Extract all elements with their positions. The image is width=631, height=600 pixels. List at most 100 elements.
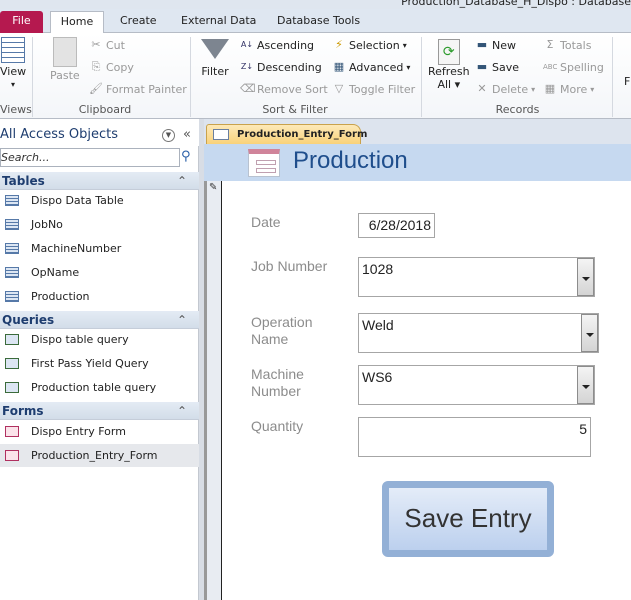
nav-item-query[interactable]: First Pass Yield Query <box>0 352 199 375</box>
spelling-button[interactable]: ABC Spelling <box>543 60 604 74</box>
advanced-label: Advanced <box>349 60 404 74</box>
nav-title: All Access Objects <box>0 127 118 142</box>
group-clipboard: Clipboard <box>78 103 132 116</box>
form-title: Production <box>293 147 408 174</box>
paste-label: Paste <box>50 69 80 82</box>
selection-button[interactable]: ⚡ Selection ▾ <box>332 38 407 52</box>
nav-section-queries[interactable]: Queries ⌃ <box>0 311 199 329</box>
save-label: Save <box>492 60 520 74</box>
descending-label: Descending <box>257 60 322 74</box>
save-icon: ▬ <box>476 60 488 73</box>
dropdown-arrow-icon[interactable] <box>577 366 594 404</box>
form-header: Production <box>204 144 631 181</box>
spelling-icon: ABC <box>543 63 558 71</box>
divider <box>612 37 613 117</box>
item-label: Dispo table query <box>31 333 129 346</box>
refresh-all-button[interactable]: ⟳ Refresh All ▾ <box>428 39 470 91</box>
tab-file[interactable]: File <box>0 11 43 33</box>
advanced-button[interactable]: ▦ Advanced ▾ <box>332 60 411 74</box>
view-icon <box>1 37 26 63</box>
remove-sort-label: Remove Sort <box>257 82 328 96</box>
date-field[interactable]: 6/28/2018 <box>358 213 435 238</box>
query-icon <box>5 334 19 345</box>
paste-button[interactable]: Paste <box>50 37 80 82</box>
selection-label: Selection <box>349 38 400 52</box>
nav-item-form[interactable]: Dispo Entry Form <box>0 420 199 443</box>
totals-label: Totals <box>560 38 592 52</box>
table-icon <box>5 195 19 206</box>
nav-item-table[interactable]: JobNo <box>0 213 199 236</box>
pencil-icon: ✎ <box>209 182 218 193</box>
table-icon <box>5 267 19 278</box>
nav-menu-dropdown-icon[interactable]: ▼ <box>162 129 175 142</box>
find-button[interactable]: F <box>624 75 630 88</box>
format-painter-button[interactable]: 🖌 Format Painter <box>89 82 187 96</box>
operation-name-label: Operation Name <box>251 314 313 347</box>
toggle-filter-button[interactable]: ▽ Toggle Filter <box>332 82 415 96</box>
remove-sort-button[interactable]: ⌫ Remove Sort <box>240 82 328 96</box>
tab-external-data[interactable]: External Data <box>181 11 256 33</box>
copy-button[interactable]: ⎘ Copy <box>89 60 134 74</box>
machine-number-value: WS6 <box>362 369 393 385</box>
nav-search-input[interactable]: Search... <box>0 148 180 167</box>
more-button[interactable]: ▦ More ▾ <box>543 82 595 96</box>
advanced-filter-icon: ▦ <box>333 60 345 73</box>
funnel-icon <box>201 39 229 59</box>
item-label: Dispo Data Table <box>31 194 124 207</box>
nav-item-query[interactable]: Dispo table query <box>0 328 199 351</box>
collapse-pane-icon[interactable]: « <box>183 124 191 146</box>
nav-item-form-selected[interactable]: Production_Entry_Form <box>0 444 199 467</box>
ribbon: View ▾ Views Paste ✂ Cut ⎘ Copy 🖌 Format Pai… <box>0 33 631 119</box>
descending-button[interactable]: Z↓ Descending <box>240 60 322 74</box>
ascending-button[interactable]: A↓ Ascending <box>240 38 314 52</box>
nav-item-query[interactable]: Production table query <box>0 376 199 399</box>
scissors-icon: ✂ <box>91 38 101 51</box>
new-record-icon: ▬ <box>476 38 488 51</box>
grid-icon: ▦ <box>544 82 556 95</box>
chevron-up-icon: ⌃ <box>176 313 187 327</box>
item-label: Production table query <box>31 381 157 394</box>
group-records: Records <box>495 103 540 116</box>
nav-item-table[interactable]: OpName <box>0 261 199 284</box>
machine-number-combo[interactable]: WS6 <box>358 365 595 405</box>
job-number-combo[interactable]: 1028 <box>358 257 595 297</box>
quantity-field[interactable]: 5 <box>358 417 591 457</box>
tab-database-tools[interactable]: Database Tools <box>277 11 360 33</box>
record-selector[interactable]: ✎ <box>204 181 222 600</box>
view-button[interactable]: View ▾ <box>0 37 26 89</box>
dropdown-arrow-icon[interactable] <box>577 258 594 296</box>
new-record-button[interactable]: ▬ New <box>475 38 516 52</box>
cut-button[interactable]: ✂ Cut <box>89 38 125 52</box>
totals-button[interactable]: Σ Totals <box>543 38 592 52</box>
chevron-up-icon: ⌃ <box>176 404 187 418</box>
item-label: MachineNumber <box>31 242 122 255</box>
delete-icon: ✕ <box>477 82 487 95</box>
nav-item-table[interactable]: Production <box>0 285 199 308</box>
nav-section-tables[interactable]: Tables ⌃ <box>0 172 199 190</box>
document-tabs: Production_Entry_Form <box>204 119 631 144</box>
nav-header[interactable]: All Access Objects ▼ « <box>0 124 199 146</box>
dropdown-arrow-icon[interactable] <box>581 314 598 352</box>
item-label: Production_Entry_Form <box>31 449 158 462</box>
refresh-all-label: All <box>437 78 452 91</box>
save-entry-button[interactable]: Save Entry <box>382 481 554 557</box>
nav-item-table[interactable]: Dispo Data Table <box>0 189 199 212</box>
operation-name-value: Weld <box>362 317 394 333</box>
copy-label: Copy <box>106 60 134 74</box>
filter-button[interactable]: Filter <box>201 39 229 78</box>
nav-item-table[interactable]: MachineNumber <box>0 237 199 260</box>
chevron-up-icon: ⌃ <box>176 174 187 188</box>
nav-section-forms[interactable]: Forms ⌃ <box>0 402 199 420</box>
operation-name-combo[interactable]: Weld <box>358 313 599 353</box>
tab-home[interactable]: Home <box>50 11 104 34</box>
divider <box>32 37 33 117</box>
search-icon[interactable]: ⚲ <box>181 149 191 164</box>
save-record-button[interactable]: ▬ Save <box>475 60 519 74</box>
delete-record-button[interactable]: ✕ Delete ▾ <box>475 82 535 96</box>
section-label: Forms <box>2 404 44 418</box>
sort-ascending-icon: A↓ <box>240 40 254 49</box>
document-tab[interactable]: Production_Entry_Form <box>206 124 367 144</box>
table-icon <box>5 291 19 302</box>
tab-create[interactable]: Create <box>120 11 157 33</box>
refresh-label: Refresh <box>428 65 470 78</box>
